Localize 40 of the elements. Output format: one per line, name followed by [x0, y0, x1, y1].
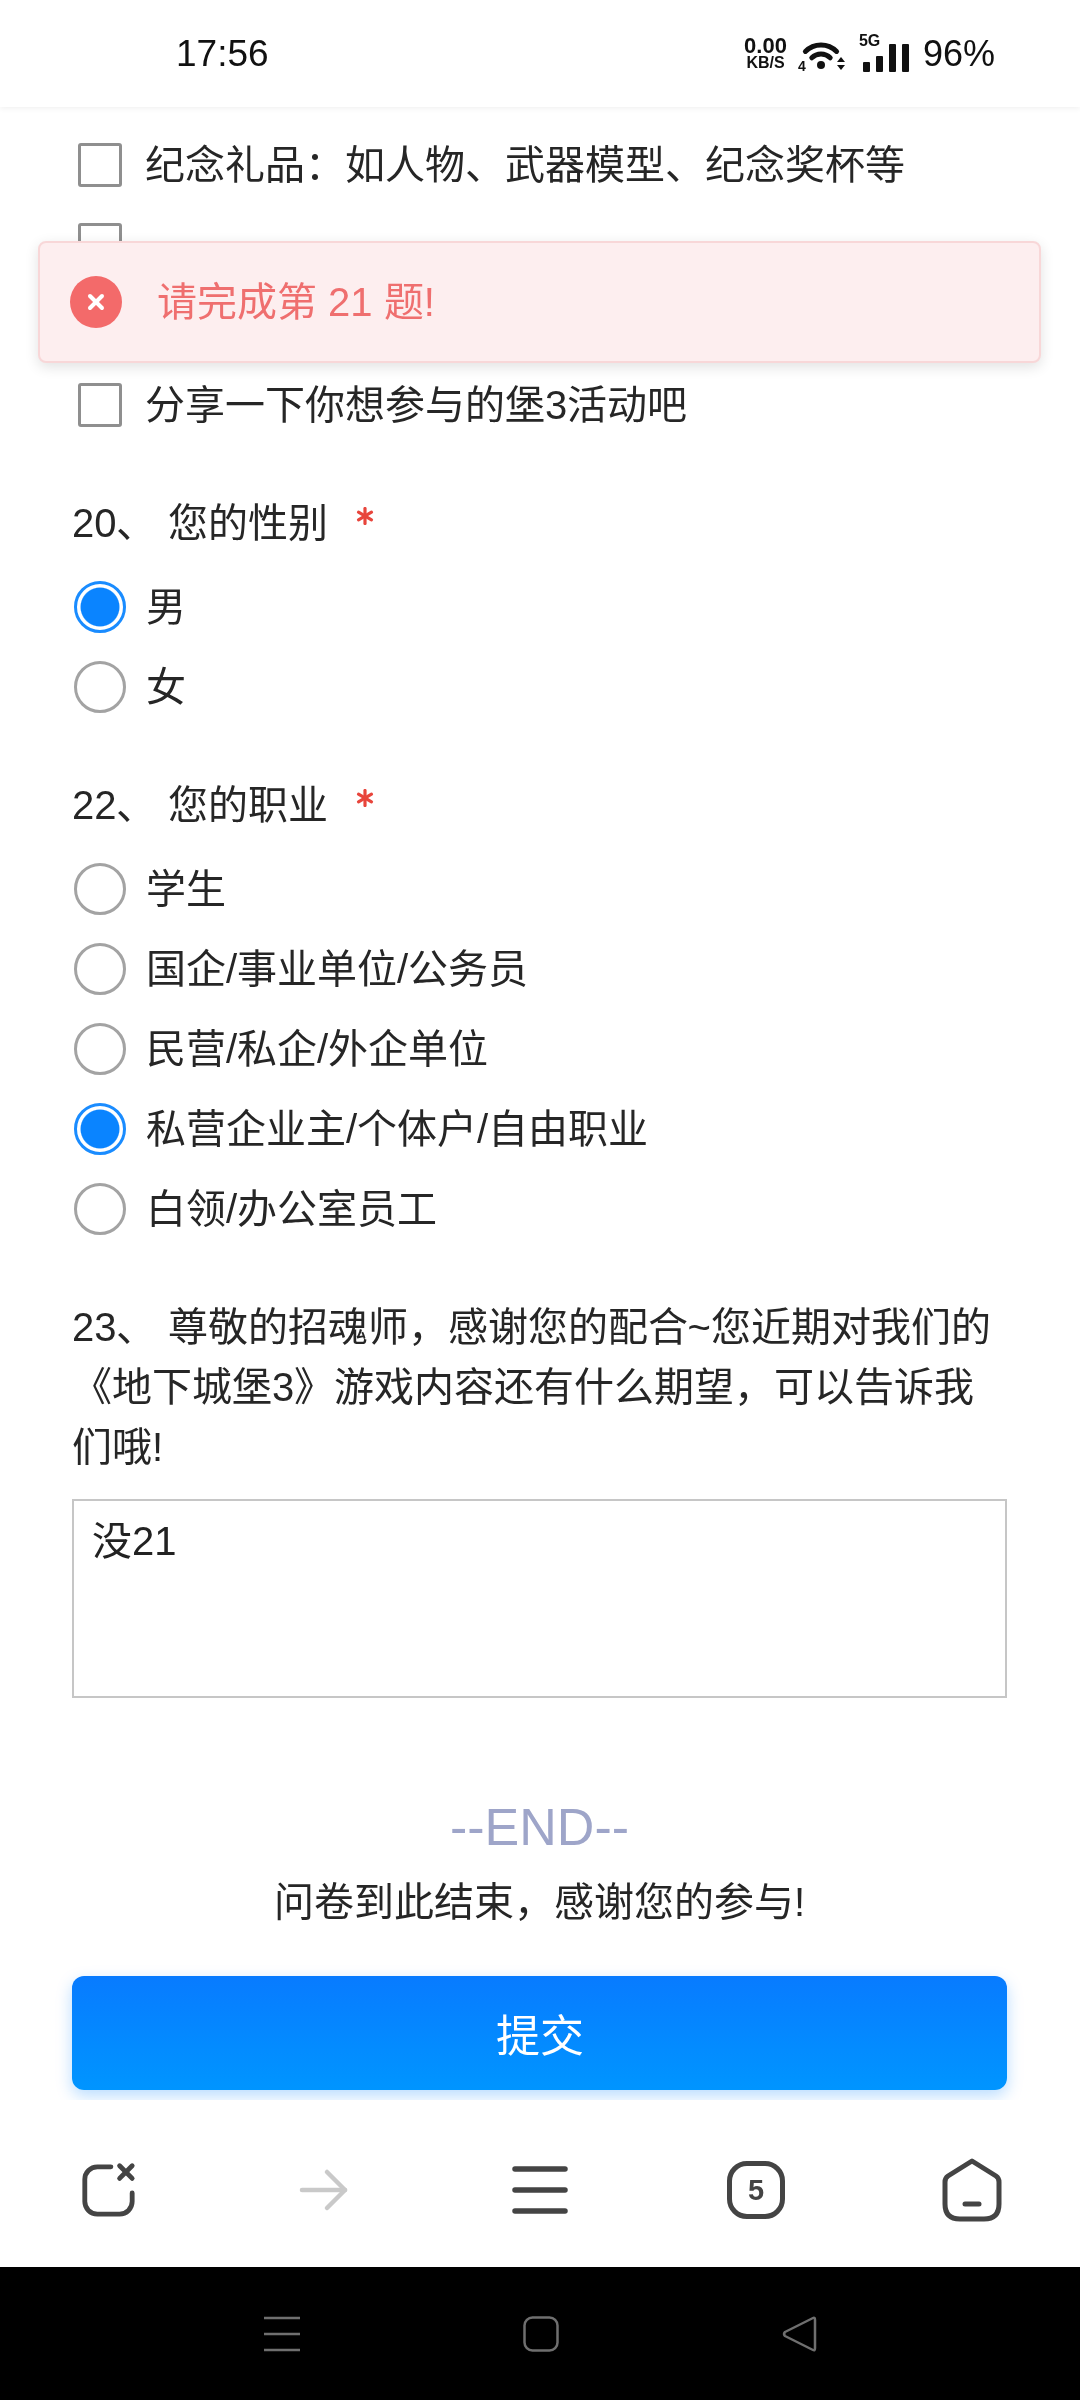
network-type-label: 5G: [858, 32, 881, 49]
toast-message: 请完成第 21 题!: [157, 279, 435, 326]
checkbox[interactable]: [78, 143, 122, 187]
option-label[interactable]: 纪念礼品：如人物、武器模型、纪念奖杯等: [145, 140, 905, 190]
end-message: 问卷到此结束，感谢您的参与!: [273, 1879, 806, 1926]
option-label[interactable]: 分享一下你想参与的堡3活动吧: [145, 380, 688, 430]
option-label[interactable]: 白领/办公室员工: [146, 1184, 438, 1234]
radio-button[interactable]: [74, 661, 126, 713]
option-label[interactable]: 学生: [146, 864, 226, 914]
wifi-standard-label: 4: [797, 58, 806, 73]
question-title: 20、 您的性别: [72, 500, 328, 547]
error-icon: [70, 276, 122, 328]
option-label[interactable]: 男: [146, 582, 186, 632]
radio-button[interactable]: [74, 1103, 126, 1155]
question-title: 23、 尊敬的招魂师，感谢您的配合~您近期对我们的《地下城堡3》游戏内容还有什么期望，可以告诉我们哦!: [72, 1304, 992, 1471]
option-label[interactable]: 国企/事业单位/公务员: [146, 944, 529, 994]
battery-level: 96%: [922, 31, 995, 76]
back-icon[interactable]: [781, 2314, 817, 2353]
recent-apps-icon[interactable]: [263, 2315, 301, 2352]
option-label[interactable]: 私营企业主/个体户/自由职业: [146, 1104, 649, 1154]
option-label[interactable]: 女: [146, 662, 186, 712]
radio-button[interactable]: [74, 581, 126, 633]
question-title: 22、 您的职业: [72, 782, 328, 829]
menu-icon[interactable]: [512, 2165, 568, 2215]
checkbox[interactable]: [78, 383, 122, 427]
close-tab-icon[interactable]: [79, 2161, 137, 2219]
radio-button[interactable]: [74, 1023, 126, 1075]
network-speed-unit: KB/S: [746, 55, 785, 71]
tab-count-button[interactable]: 5: [727, 2161, 785, 2219]
home-icon[interactable]: [942, 2158, 1002, 2222]
radio-button[interactable]: [74, 1183, 126, 1235]
option-label[interactable]: 民营/私企/外企单位: [146, 1024, 489, 1074]
status-time: 17:56: [176, 31, 269, 76]
radio-button[interactable]: [74, 943, 126, 995]
answer-field[interactable]: 没21: [72, 1499, 1007, 1698]
submit-button[interactable]: 提交: [72, 1976, 1007, 2090]
home-square-icon[interactable]: [523, 2315, 559, 2352]
radio-button[interactable]: [74, 863, 126, 915]
end-marker: --END--: [449, 1797, 630, 1857]
network-speed-value: 0.00: [744, 36, 787, 55]
